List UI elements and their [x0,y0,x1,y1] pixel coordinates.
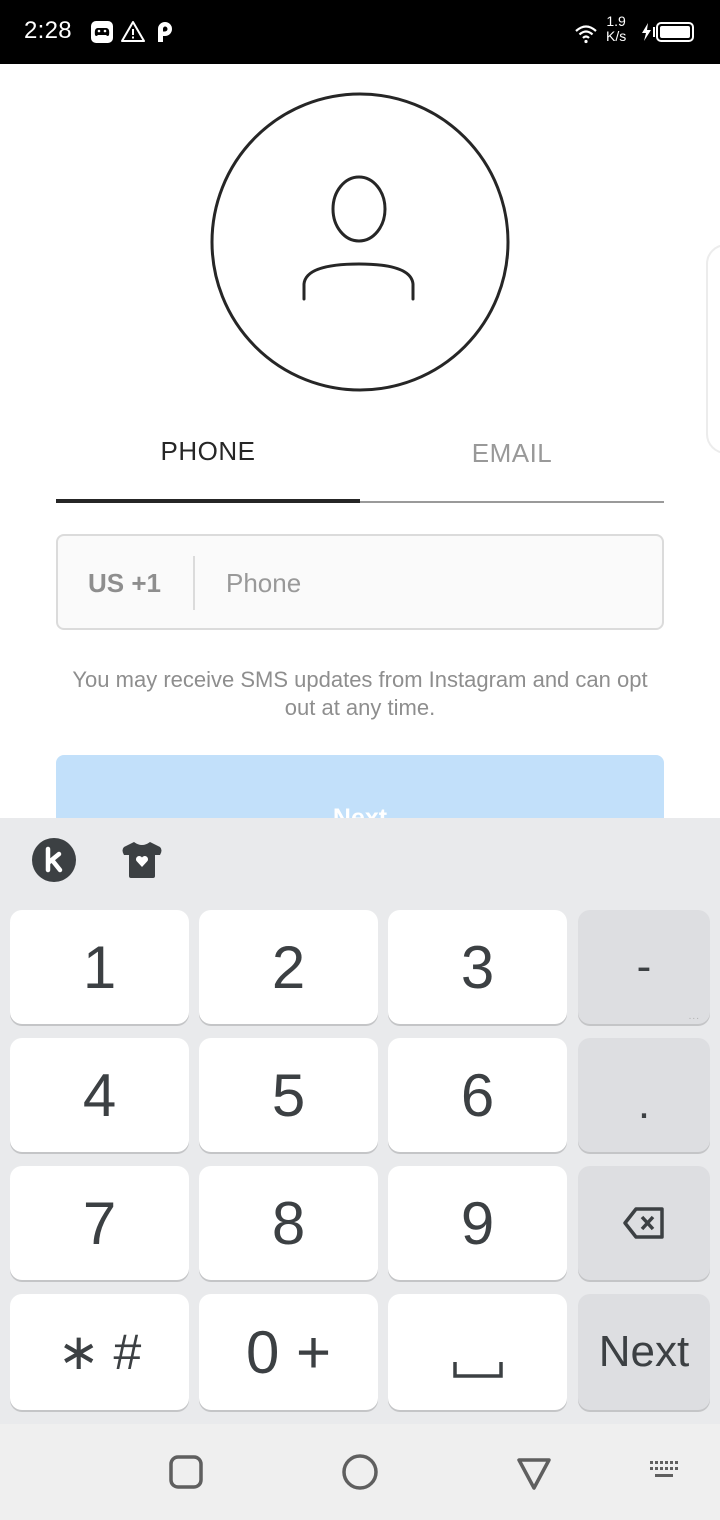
more-symbols-hint: ... [688,1011,700,1022]
numeric-keyboard: 1 2 3-... 4 5 6. 7 8 9 ∗ #0 + Next [0,818,720,1424]
key-8[interactable]: 8 [199,1166,378,1280]
key-9[interactable]: 9 [388,1166,567,1280]
tab-email[interactable]: EMAIL [360,438,664,469]
status-bar: 2:28 1.9 K/s [0,0,720,64]
wifi-icon [575,25,597,44]
status-time: 2:28 [24,17,72,44]
tab-phone[interactable]: PHONE [56,436,360,467]
key-1[interactable]: 1 [10,910,189,1024]
phone-field: US +1 [56,534,664,630]
keyboard-hide-icon[interactable] [646,1452,686,1492]
field-divider [193,556,195,610]
battery-charging-icon [642,22,694,42]
key-0[interactable]: 0 + [199,1294,378,1410]
key-dash[interactable]: -... [578,910,710,1024]
home-circle-icon[interactable] [340,1452,380,1492]
space-bar-icon [452,1362,503,1378]
phone-input[interactable] [226,558,646,608]
game-controller-icon [91,21,113,43]
key-2[interactable]: 2 [199,910,378,1024]
key-5[interactable]: 5 [199,1038,378,1152]
p-app-icon [158,22,172,42]
network-speed: 1.9 K/s [606,13,627,44]
key-3[interactable]: 3 [388,910,567,1024]
backspace-icon [623,1207,664,1239]
key-next[interactable]: Next [578,1294,710,1410]
recents-square-icon[interactable] [166,1452,206,1492]
key-4[interactable]: 4 [10,1038,189,1152]
profile-avatar-icon[interactable] [210,92,510,392]
sms-disclaimer: You may receive SMS updates from Instagr… [72,667,648,720]
key-backspace[interactable] [578,1166,710,1280]
country-code-selector[interactable]: US +1 [88,568,161,599]
tab-indicator-active [56,499,360,503]
key-symbols[interactable]: ∗ # [10,1294,189,1410]
key-6[interactable]: 6 [388,1038,567,1152]
back-triangle-icon[interactable] [514,1452,554,1492]
keyboard-brand-k-icon[interactable] [32,838,76,882]
key-period[interactable]: . [578,1038,710,1152]
tab-indicator-inactive [360,501,664,503]
warning-icon [121,21,145,42]
key-space[interactable] [388,1294,567,1410]
side-panel-handle[interactable] [706,244,720,454]
theme-shirt-icon[interactable] [120,838,164,882]
key-7[interactable]: 7 [10,1166,189,1280]
navigation-bar [0,1424,720,1520]
